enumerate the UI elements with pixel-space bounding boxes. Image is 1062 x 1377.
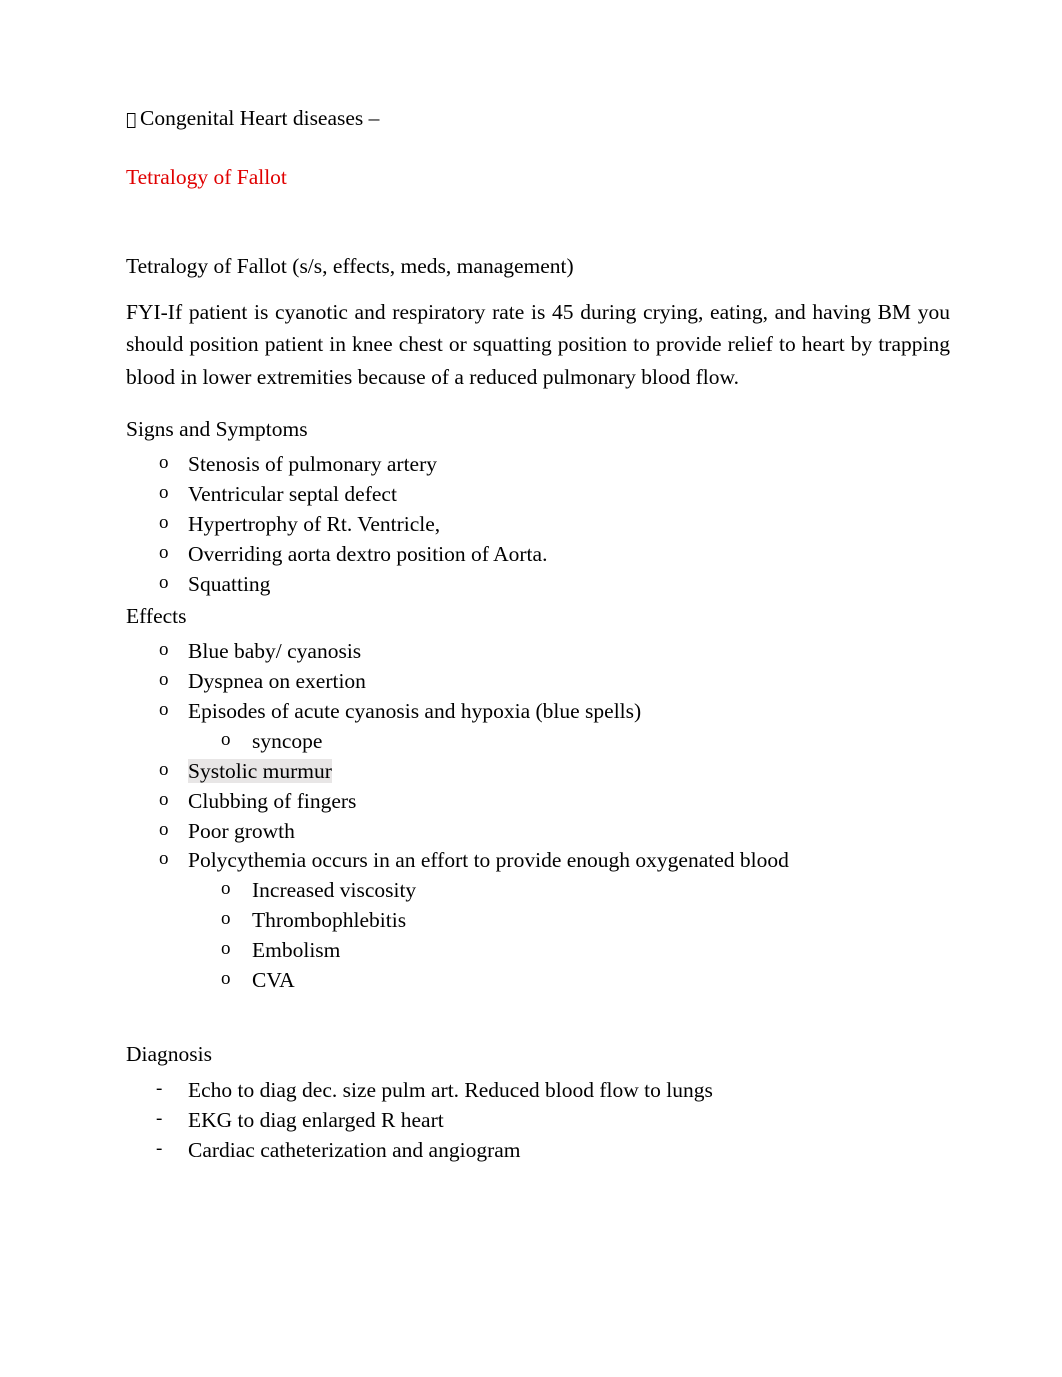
list-item-label: Squatting (188, 571, 271, 596)
list-marker: o (159, 758, 169, 780)
list-item-label: Clubbing of fingers (188, 788, 357, 813)
sublist-item-label: Embolism (252, 938, 341, 963)
list-item-label: Episodes of acute cyanosis and hypoxia (… (188, 699, 642, 724)
list-marker: o (221, 908, 231, 930)
list-item: o Stenosis of pulmonary artery (126, 450, 962, 480)
list-item-label: Poor growth (188, 818, 295, 843)
sublist-item-label: syncope (252, 728, 323, 753)
fyi-paragraph: FYI-If patient is cyanotic and respirato… (126, 300, 950, 389)
list-marker: o (221, 967, 231, 989)
list-item: o Clubbing of fingers (126, 787, 962, 817)
list-item-label: Echo to diag dec. size pulm art. Reduced… (188, 1078, 713, 1103)
document-page: Congenital Heart diseases – Tetralogy o… (0, 0, 1062, 1377)
title-spacer (126, 188, 962, 251)
section-label-effects: Effects (126, 603, 187, 628)
list-marker: o (159, 669, 169, 691)
list-marker: o (221, 728, 231, 750)
sublist-item: o Increased viscosity (188, 876, 962, 906)
list-marker: o (159, 788, 169, 810)
list-marker: o (221, 938, 231, 960)
list-item: o Ventricular septal defect (126, 480, 962, 510)
sublist-item: o CVA (188, 966, 962, 996)
list-item-label: Overriding aorta dextro position of Aort… (188, 542, 548, 567)
list-item: o Episodes of acute cyanosis and hypoxia … (126, 697, 962, 757)
sublist-polycythemia: o Increased viscosity o Thrombophlebitis o… (188, 876, 962, 996)
list-item-label: Hypertrophy of Rt. Ventricle, (188, 512, 441, 537)
diagnosis-spacer (126, 996, 962, 1018)
list-item: o Polycythemia occurs in an effort to pro… (126, 846, 962, 995)
section-label-signs-and-symptoms: Signs and Symptoms (126, 416, 308, 441)
list-marker: o (159, 542, 169, 564)
list-marker: o (159, 512, 169, 534)
list-item-label: Ventricular septal defect (188, 482, 397, 507)
sublist-item-label: CVA (252, 967, 295, 992)
sublist-item: o Thrombophlebitis (188, 906, 962, 936)
list-marker: o (159, 818, 169, 840)
sublist-item: o Embolism (188, 936, 962, 966)
list-item-label: EKG to diag enlarged R heart (188, 1108, 444, 1133)
list-marker: o (159, 639, 169, 661)
list-item: o Overriding aorta dextro position of Aor… (126, 540, 962, 570)
list-item-label: Dyspnea on exertion (188, 669, 366, 694)
list-marker: o (221, 878, 231, 900)
sublist-item: o syncope (188, 727, 962, 757)
list-marker: - (156, 1108, 163, 1130)
page-title: Tetralogy of Fallot (126, 164, 287, 189)
list-marker: o (159, 482, 169, 504)
list-item: o Blue baby/ cyanosis (126, 637, 962, 667)
list-item: - EKG to diag enlarged R heart (126, 1106, 962, 1136)
list-marker: o (159, 452, 169, 474)
sublist-item-label: Increased viscosity (252, 878, 417, 903)
list-item: o Systolic murmur (126, 757, 962, 787)
section-label-diagnosis: Diagnosis (126, 1041, 212, 1066)
sublist-item-label: Thrombophlebitis (252, 908, 407, 933)
list-item-label: Cardiac catheterization and angiogram (188, 1138, 521, 1163)
list-item: o Dyspnea on exertion (126, 667, 962, 697)
subtitle-line: Tetralogy of Fallot (s/s, effects, meds,… (126, 254, 574, 278)
list-item-label: Blue baby/ cyanosis (188, 639, 362, 664)
list-effects: o Blue baby/ cyanosis o Dyspnea on exertio… (126, 637, 962, 996)
list-marker: o (159, 699, 169, 721)
list-item-label-highlighted: Systolic murmur (188, 758, 332, 783)
list-item: - Echo to diag dec. size pulm art. Reduce… (126, 1076, 962, 1106)
list-marker: - (156, 1078, 163, 1100)
heading-text: Congenital Heart diseases – (140, 106, 380, 130)
checkbox-bullet-icon:  (126, 112, 140, 129)
list-marker: o (159, 848, 169, 870)
list-item: o Poor growth (126, 817, 962, 847)
list-item: o Hypertrophy of Rt. Ventricle, (126, 510, 962, 540)
list-signs-and-symptoms: o Stenosis of pulmonary artery o Ventricul… (126, 450, 962, 599)
list-marker: - (156, 1138, 163, 1160)
list-item: - Cardiac catheterization and angiogram (126, 1136, 962, 1166)
list-item: o Squatting (126, 570, 962, 600)
list-item-label: Stenosis of pulmonary artery (188, 452, 437, 477)
list-marker: o (159, 571, 169, 593)
list-diagnosis: - Echo to diag dec. size pulm art. Reduce… (126, 1076, 962, 1166)
sublist-blue-spells: o syncope (188, 727, 962, 757)
list-item-label: Polycythemia occurs in an effort to prov… (188, 848, 789, 873)
heading-congenital-heart-diseases: Congenital Heart diseases – (126, 106, 962, 130)
